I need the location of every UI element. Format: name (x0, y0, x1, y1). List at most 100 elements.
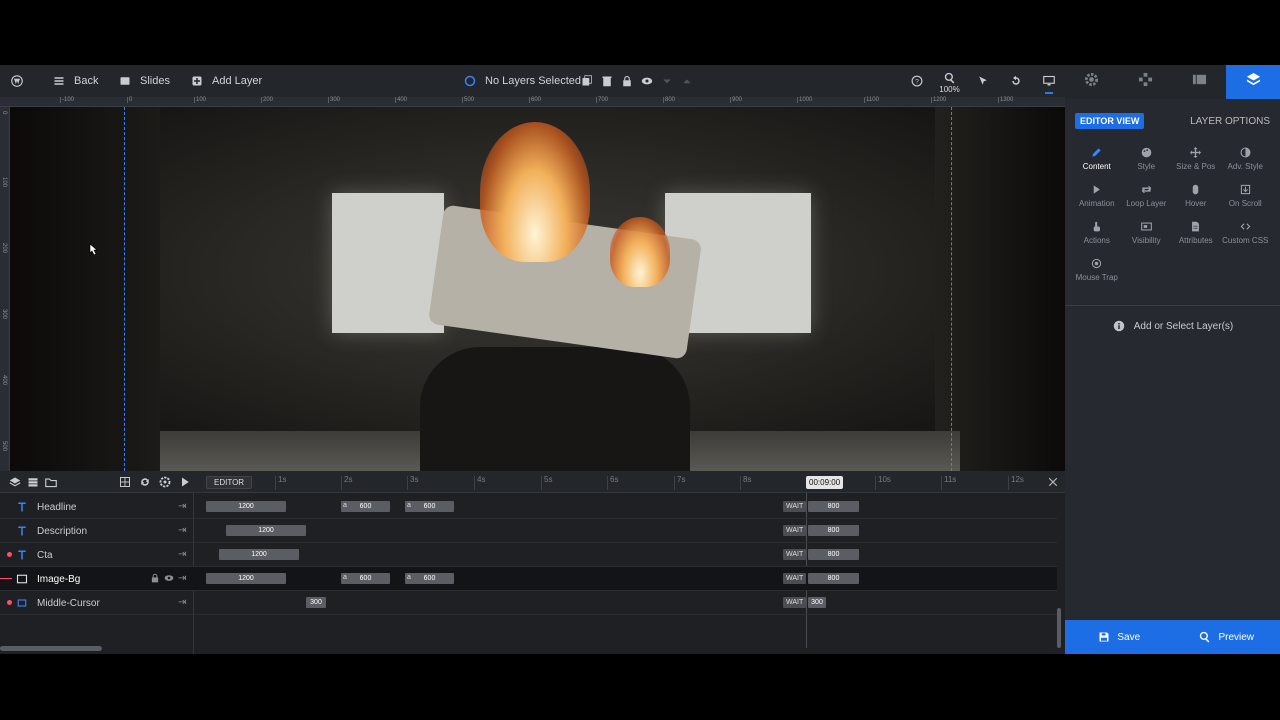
chevron-up-icon[interactable] (680, 74, 694, 88)
option-adv-style[interactable]: Adv. Style (1221, 145, 1271, 178)
timeline-bar-end[interactable]: 300 (808, 597, 826, 608)
option-on-scroll[interactable]: On Scroll (1221, 182, 1271, 215)
bar-prefix: a (407, 574, 411, 581)
grid-icon[interactable] (118, 475, 132, 489)
timeline-bar[interactable]: a 600 (341, 501, 390, 512)
close-icon[interactable] (1045, 474, 1061, 490)
stack-icon[interactable] (26, 475, 40, 489)
option-animation[interactable]: Animation (1072, 182, 1122, 215)
play-icon[interactable] (178, 475, 192, 489)
eye-icon[interactable] (164, 573, 174, 583)
layer-row-cta[interactable]: Cta ⇥ 1200 WAIT 800 (0, 543, 1057, 567)
option-hover[interactable]: Hover (1171, 182, 1221, 215)
chevron-down-icon[interactable] (660, 74, 674, 88)
collapse-arrow-icon[interactable]: ⇥ (178, 597, 186, 608)
timeline-bar[interactable]: 1200 (206, 573, 286, 584)
layer-name: Headline (18, 501, 77, 513)
tab-navigation[interactable] (1119, 65, 1173, 99)
wordpress-logo-button[interactable] (10, 74, 24, 88)
current-time[interactable]: 00:09:00 (806, 476, 844, 489)
layer-row-image-bg[interactable]: Image-Bg ⇥ 1200 a 600 a 600 WAIT 800 (0, 567, 1057, 591)
timeline-bar[interactable]: 300 (306, 597, 326, 608)
layers-icon[interactable] (8, 475, 22, 489)
layer-row-description[interactable]: Description ⇥ 1200 WAIT 800 (0, 519, 1057, 543)
zoom-value: 100% (939, 85, 960, 94)
list-icon (52, 74, 66, 88)
option-attributes[interactable]: Attributes (1171, 219, 1221, 252)
collapse-arrow-icon[interactable]: ⇥ (178, 525, 186, 536)
loop-icon (1139, 182, 1153, 196)
lock-icon[interactable] (620, 74, 634, 88)
option-content[interactable]: Content (1072, 145, 1122, 178)
layer-row-controls (150, 573, 174, 583)
device-desktop-toggle[interactable] (1032, 65, 1065, 97)
scroll-icon (1238, 182, 1252, 196)
move-icon (1138, 72, 1153, 92)
layer-row-middle-cursor[interactable]: Middle-Cursor ⇥ 300 WAIT 300 (0, 591, 1057, 615)
code-icon (1238, 219, 1252, 233)
flame-shape (610, 217, 670, 287)
duplicate-icon[interactable] (580, 74, 594, 88)
collapse-arrow-icon[interactable]: ⇥ (178, 573, 186, 584)
option-visibility[interactable]: Visibility (1122, 219, 1172, 252)
loop-icon[interactable] (138, 475, 152, 489)
ruler-tick: 400 (395, 97, 408, 103)
bar-label: 800 (827, 527, 840, 534)
timeline-bar[interactable]: 1200 (206, 501, 286, 512)
vertical-ruler: 0 100 200 300 400 500 (0, 107, 10, 471)
undo-icon[interactable] (999, 65, 1032, 97)
timeline-bar-end[interactable]: 800 (808, 573, 859, 584)
preview-label: Preview (1218, 631, 1255, 643)
trash-icon[interactable] (600, 74, 614, 88)
layer-options-title: LAYER OPTIONS (1190, 115, 1270, 127)
option-label: Mouse Trap (1075, 273, 1118, 282)
option-size-pos[interactable]: Size & Pos (1171, 145, 1221, 178)
option-actions[interactable]: Actions (1072, 219, 1122, 252)
editor-button[interactable]: EDITOR (206, 476, 253, 489)
option-style[interactable]: Style (1122, 145, 1172, 178)
gear-icon (1084, 72, 1099, 92)
tab-layers[interactable] (1226, 65, 1280, 99)
ruler-tick: 700 (596, 97, 609, 103)
vertical-scrollbar[interactable] (1057, 608, 1061, 648)
slide-canvas[interactable] (10, 107, 1065, 471)
timeline-bar[interactable]: a 600 (405, 573, 454, 584)
layer-label: Headline (37, 501, 77, 513)
layer-selection-status[interactable]: No Layers Selected (463, 74, 581, 88)
collapse-arrow-icon[interactable]: ⇥ (178, 549, 186, 560)
folder-icon[interactable] (44, 475, 58, 489)
horizontal-ruler: -100 0 100 200 300 400 500 600 700 800 9… (0, 97, 1065, 107)
lock-icon[interactable] (150, 573, 160, 583)
wait-badge: WAIT (783, 501, 807, 512)
text-layer-icon (16, 525, 28, 537)
settings-icon[interactable] (158, 475, 172, 489)
timeline-bar-end[interactable]: 800 (808, 501, 859, 512)
cursor-pointer-icon[interactable] (966, 65, 999, 97)
time-tick: 1s (275, 476, 286, 490)
editor-view-badge[interactable]: EDITOR VIEW (1075, 113, 1145, 129)
zoom-control[interactable]: 100% (933, 65, 966, 97)
timeline-bar[interactable]: 1200 (219, 549, 299, 560)
timeline-bar[interactable]: a 600 (341, 573, 390, 584)
layer-row-headline[interactable]: Headline ⇥ 1200 a 600 a 600 WAIT 800 (0, 495, 1057, 519)
slides-button[interactable]: Slides (118, 74, 170, 88)
timeline-bar[interactable]: 1200 (226, 525, 306, 536)
save-button[interactable]: Save (1065, 620, 1173, 654)
eye-icon[interactable] (640, 74, 654, 88)
timeline-bar-end[interactable]: 800 (808, 525, 859, 536)
add-layer-button[interactable]: Add Layer (190, 74, 262, 88)
help-icon[interactable]: ? (900, 65, 933, 97)
collapse-arrow-icon[interactable]: ⇥ (178, 501, 186, 512)
option-custom-css[interactable]: Custom CSS (1221, 219, 1271, 252)
tab-slides[interactable] (1173, 65, 1227, 99)
tab-slide-settings[interactable] (1065, 65, 1119, 99)
back-button[interactable]: Back (52, 74, 98, 88)
option-mouse-trap[interactable]: Mouse Trap (1072, 256, 1122, 289)
layer-name: Middle-Cursor (17, 597, 100, 609)
horizontal-scrollbar[interactable] (0, 646, 102, 651)
timeline-bar[interactable]: a 600 (405, 501, 454, 512)
option-loop-layer[interactable]: Loop Layer (1122, 182, 1172, 215)
timeline-bar-end[interactable]: 800 (808, 549, 859, 560)
ruler-tick: 600 (529, 97, 542, 103)
preview-button[interactable]: Preview (1173, 620, 1280, 654)
